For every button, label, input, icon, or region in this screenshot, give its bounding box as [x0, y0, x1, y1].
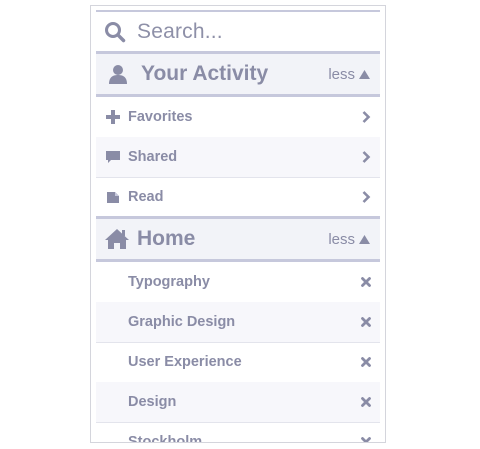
section-header-home: Home less [96, 216, 380, 262]
sidebar-panel: Search... Your Activity less Favorites S… [90, 5, 386, 443]
list-item-label: Graphic Design [128, 314, 236, 330]
close-icon[interactable] [361, 437, 371, 442]
list-item-label: Typography [128, 274, 210, 290]
close-icon[interactable] [361, 317, 371, 327]
search-input[interactable]: Search... [137, 20, 223, 44]
list-item-label: Design [128, 394, 177, 410]
list-item-graphic-design[interactable]: Graphic Design [96, 302, 380, 343]
plus-icon [106, 110, 120, 124]
less-toggle-button[interactable]: less [328, 66, 370, 83]
search-icon [105, 21, 126, 42]
close-icon[interactable] [361, 357, 371, 367]
sidebar-item-read[interactable]: Read [96, 177, 380, 218]
less-toggle-button[interactable]: less [328, 231, 370, 248]
sidebar-item-label: Favorites [128, 109, 193, 125]
section-title: Home [137, 227, 196, 250]
speech-bubble-icon [106, 151, 120, 163]
list-item-stockholm[interactable]: Stockholm [96, 422, 380, 442]
home-icon [105, 229, 129, 249]
sidebar-item-label: Shared [128, 149, 178, 165]
toggle-label: less [328, 65, 355, 83]
chevron-right-icon [362, 191, 371, 203]
search-bar[interactable]: Search... [96, 12, 380, 51]
sidebar-inner: Search... Your Activity less Favorites S… [96, 6, 380, 442]
section-header-your-activity: Your Activity less [96, 51, 380, 97]
document-icon [107, 192, 119, 203]
chevron-right-icon [362, 151, 371, 163]
triangle-up-icon [359, 69, 370, 79]
close-icon[interactable] [361, 277, 371, 287]
list-item-user-experience[interactable]: User Experience [96, 342, 380, 383]
triangle-up-icon [359, 234, 370, 244]
sidebar-item-favorites[interactable]: Favorites [96, 97, 380, 138]
close-icon[interactable] [361, 397, 371, 407]
list-item-design[interactable]: Design [96, 382, 380, 423]
toggle-label: less [328, 230, 355, 248]
list-item-typography[interactable]: Typography [96, 262, 380, 303]
sidebar-item-label: Read [128, 189, 164, 205]
user-icon [109, 65, 127, 84]
sidebar-item-shared[interactable]: Shared [96, 137, 380, 178]
list-item-label: User Experience [128, 354, 242, 370]
chevron-right-icon [362, 111, 371, 123]
list-item-label: Stockholm [128, 434, 203, 442]
section-title: Your Activity [141, 62, 269, 85]
